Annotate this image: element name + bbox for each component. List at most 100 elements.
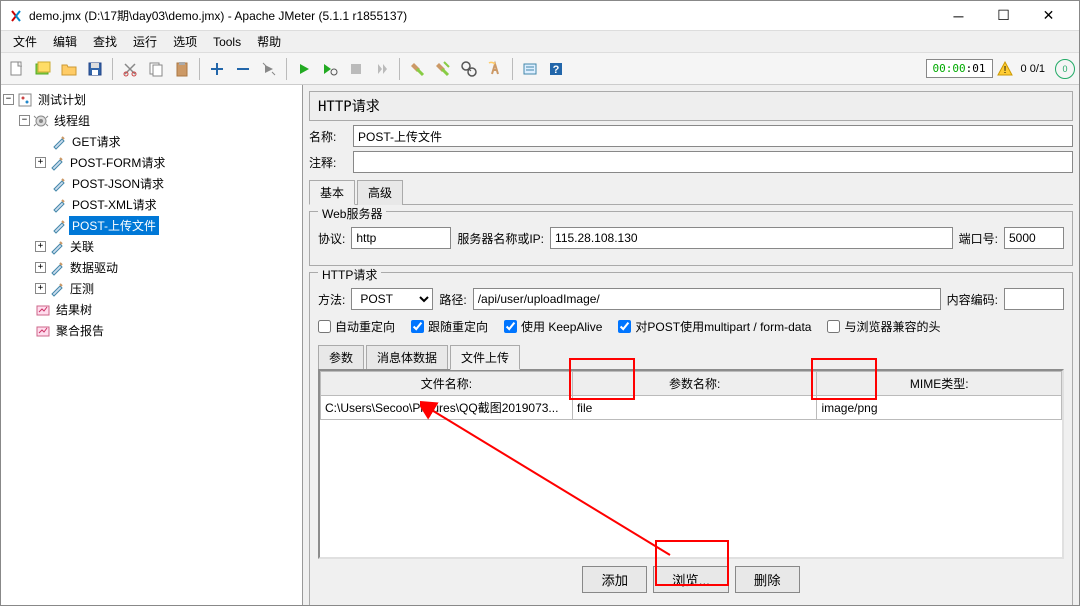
- port-input[interactable]: [1004, 227, 1064, 249]
- tree-item[interactable]: 压测: [67, 279, 97, 298]
- tree-toggle[interactable]: +: [35, 262, 46, 273]
- svg-text:!: !: [1003, 65, 1006, 76]
- tree-item[interactable]: 关联: [67, 237, 97, 256]
- encoding-input[interactable]: [1004, 288, 1064, 310]
- checkbox-autoredirect[interactable]: 自动重定向: [318, 318, 395, 335]
- menu-help[interactable]: 帮助: [249, 30, 289, 53]
- path-label: 路径:: [439, 291, 466, 308]
- menu-file[interactable]: 文件: [5, 30, 45, 53]
- tree-toggle[interactable]: +: [35, 283, 46, 294]
- tab-basic[interactable]: 基本: [309, 180, 355, 205]
- tree-item[interactable]: GET请求: [69, 132, 124, 151]
- start-icon[interactable]: [292, 57, 316, 81]
- start-notimer-icon[interactable]: [318, 57, 342, 81]
- test-plan-tree[interactable]: −测试计划 −线程组 GET请求 +POST-FORM请求 POST-JSON请…: [1, 85, 303, 605]
- tree-item[interactable]: 数据驱动: [67, 258, 121, 277]
- port-label: 端口号:: [959, 230, 998, 247]
- copy-icon[interactable]: [144, 57, 168, 81]
- path-input[interactable]: [473, 288, 941, 310]
- checkbox-browsercompat[interactable]: 与浏览器兼容的头: [827, 318, 940, 335]
- cell-filename[interactable]: C:\Users\Secoo\Pictures\QQ截图2019073...: [321, 396, 573, 420]
- function-icon[interactable]: [518, 57, 542, 81]
- menubar: 文件 编辑 查找 运行 选项 Tools 帮助: [1, 31, 1079, 53]
- open-icon[interactable]: [57, 57, 81, 81]
- add-button[interactable]: 添加: [582, 566, 647, 593]
- protocol-input[interactable]: [351, 227, 451, 249]
- menu-edit[interactable]: 编辑: [45, 30, 85, 53]
- cell-mimetype[interactable]: image/png: [817, 396, 1062, 420]
- sampler-icon: [49, 155, 65, 171]
- cell-paramname[interactable]: file: [572, 396, 817, 420]
- tree-item[interactable]: POST-JSON请求: [69, 174, 167, 193]
- reset-search-icon[interactable]: [483, 57, 507, 81]
- httprequest-legend: HTTP请求: [318, 266, 381, 283]
- menu-search[interactable]: 查找: [85, 30, 125, 53]
- paste-icon[interactable]: [170, 57, 194, 81]
- name-label: 名称:: [309, 128, 353, 145]
- encoding-label: 内容编码:: [947, 291, 998, 308]
- tree-threadgroup[interactable]: 线程组: [51, 111, 93, 130]
- sampler-icon: [49, 239, 65, 255]
- maximize-button[interactable]: ☐: [981, 2, 1026, 30]
- tree-toggle[interactable]: +: [35, 241, 46, 252]
- window-title: demo.jmx (D:\17期\day03\demo.jmx) - Apach…: [29, 7, 936, 24]
- tree-toggle[interactable]: +: [35, 157, 46, 168]
- tree-toggle[interactable]: −: [19, 115, 30, 126]
- subtab-body[interactable]: 消息体数据: [366, 345, 448, 370]
- tree-result[interactable]: 结果树: [53, 300, 95, 319]
- sampler-icon: [49, 260, 65, 276]
- minimize-button[interactable]: ─: [936, 2, 981, 30]
- table-row[interactable]: C:\Users\Secoo\Pictures\QQ截图2019073... f…: [321, 396, 1062, 420]
- expand-icon[interactable]: [205, 57, 229, 81]
- collapse-icon[interactable]: [231, 57, 255, 81]
- file-upload-table[interactable]: 文件名称: 参数名称: MIME类型: C:\Users\Secoo\Pictu…: [320, 371, 1062, 420]
- server-label: 服务器名称或IP:: [457, 230, 544, 247]
- cut-icon[interactable]: [118, 57, 142, 81]
- new-icon[interactable]: [5, 57, 29, 81]
- tree-item-selected[interactable]: POST-上传文件: [69, 216, 159, 235]
- toolbar-timer: 00:00:01: [926, 59, 993, 78]
- save-icon[interactable]: [83, 57, 107, 81]
- browse-button[interactable]: 浏览...: [653, 566, 729, 593]
- tree-item[interactable]: POST-FORM请求: [67, 153, 168, 172]
- panel-title: HTTP请求: [309, 91, 1073, 121]
- tree-report[interactable]: 聚合报告: [53, 321, 107, 340]
- comment-input[interactable]: [353, 151, 1073, 173]
- server-status-icon: 0: [1055, 59, 1075, 79]
- listener-icon: [35, 302, 51, 318]
- checkbox-followredirect[interactable]: 跟随重定向: [411, 318, 488, 335]
- sampler-icon: [51, 176, 67, 192]
- checkbox-multipart[interactable]: 对POST使用multipart / form-data: [618, 318, 811, 335]
- delete-button[interactable]: 删除: [735, 566, 800, 593]
- server-input[interactable]: [550, 227, 953, 249]
- protocol-label: 协议:: [318, 230, 345, 247]
- svg-text:?: ?: [553, 64, 560, 76]
- titlebar: demo.jmx (D:\17期\day03\demo.jmx) - Apach…: [1, 1, 1079, 31]
- tree-testplan[interactable]: 测试计划: [35, 90, 89, 109]
- shutdown-icon[interactable]: [370, 57, 394, 81]
- clear-icon[interactable]: [405, 57, 429, 81]
- tree-item[interactable]: POST-XML请求: [69, 195, 160, 214]
- search-icon[interactable]: [457, 57, 481, 81]
- method-select[interactable]: POST: [351, 288, 433, 310]
- name-input[interactable]: [353, 125, 1073, 147]
- subtab-params[interactable]: 参数: [318, 345, 364, 370]
- webserver-legend: Web服务器: [318, 205, 386, 222]
- menu-run[interactable]: 运行: [125, 30, 165, 53]
- sampler-icon: [51, 197, 67, 213]
- th-mimetype: MIME类型:: [817, 372, 1062, 396]
- checkbox-keepalive[interactable]: 使用 KeepAlive: [504, 318, 602, 335]
- clear-all-icon[interactable]: [431, 57, 455, 81]
- subtab-fileupload[interactable]: 文件上传: [450, 345, 520, 370]
- toggle-icon[interactable]: [257, 57, 281, 81]
- tree-toggle[interactable]: −: [3, 94, 14, 105]
- app-icon: [9, 9, 23, 23]
- templates-icon[interactable]: [31, 57, 55, 81]
- stop-icon[interactable]: [344, 57, 368, 81]
- menu-tools[interactable]: Tools: [205, 32, 249, 52]
- help-icon[interactable]: ?: [544, 57, 568, 81]
- warning-icon[interactable]: !: [995, 59, 1015, 79]
- menu-options[interactable]: 选项: [165, 30, 205, 53]
- close-button[interactable]: ✕: [1026, 2, 1071, 30]
- tab-advanced[interactable]: 高级: [357, 180, 403, 205]
